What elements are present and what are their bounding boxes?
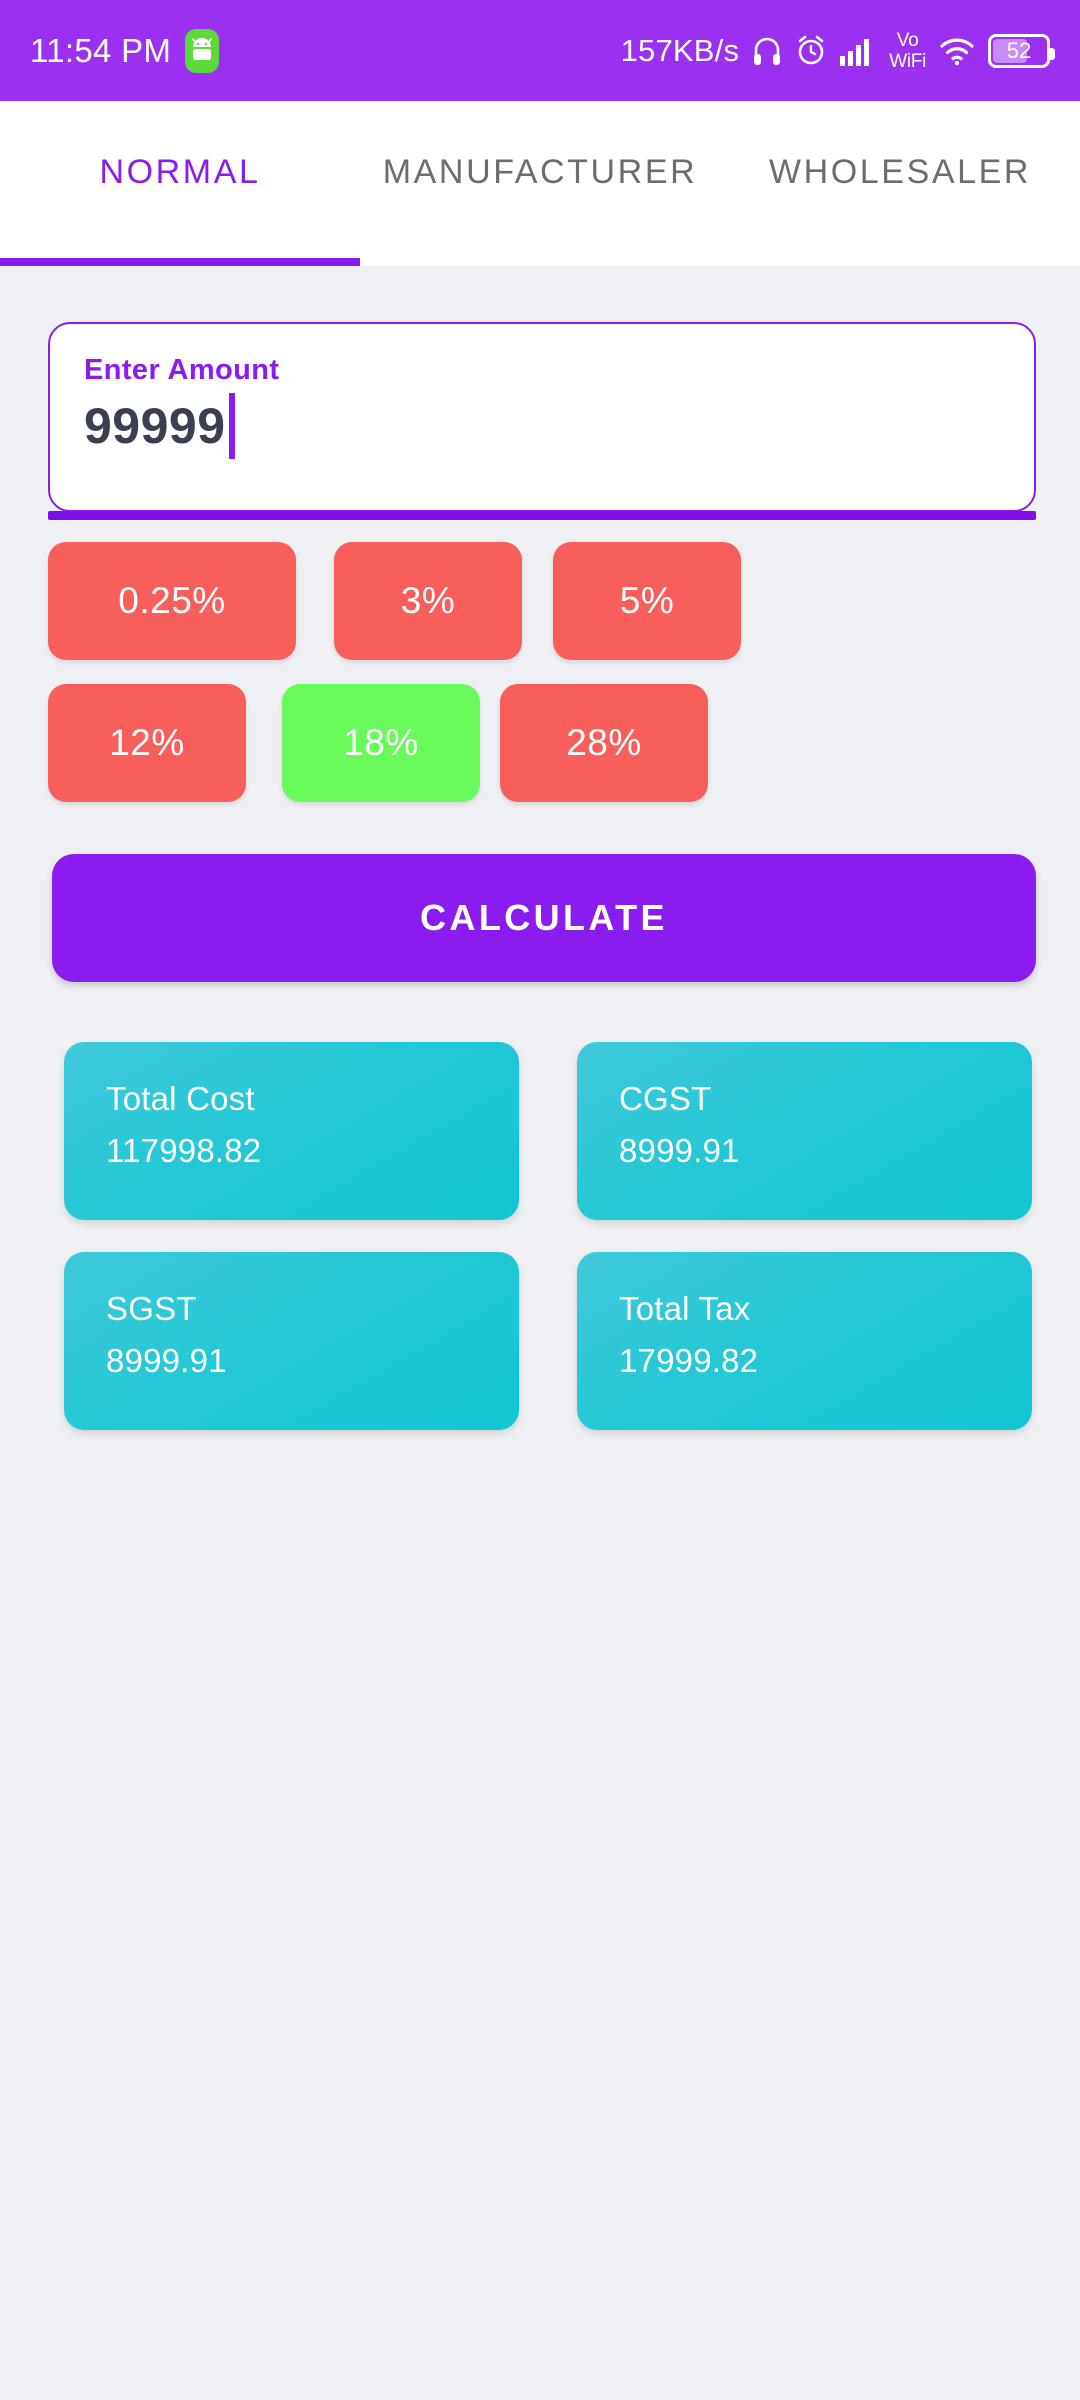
tab-normal[interactable]: NORMAL: [0, 101, 360, 266]
rate-button-3[interactable]: 3%: [334, 542, 522, 660]
tab-wholesaler-label: WHOLESALER: [768, 153, 1032, 191]
result-card-sgst: SGST 8999.91: [64, 1252, 519, 1430]
status-bar: 11:54 PM 157KB/s Vo WiFi 52: [0, 0, 1080, 101]
volte-line-1: Vo: [896, 29, 919, 51]
rate-button-5-label: 5%: [619, 580, 675, 621]
amount-input[interactable]: Enter Amount 99999: [48, 322, 1036, 512]
calculate-button-container: CALCULATE: [52, 854, 1036, 982]
amount-input-container: Enter Amount 99999: [48, 322, 1036, 520]
volte-line-2: WiFi: [889, 50, 926, 72]
amount-value-row: 99999: [84, 393, 1000, 459]
rate-button-5[interactable]: 5%: [553, 542, 741, 660]
results-row-1: Total Cost 117998.82 CGST 8999.91: [64, 1042, 1032, 1220]
result-card-total-cost: Total Cost 117998.82: [64, 1042, 519, 1220]
tab-normal-label: NORMAL: [99, 153, 261, 191]
result-card-cgst-title: CGST: [619, 1080, 712, 1117]
text-cursor: [228, 393, 235, 459]
wifi-icon: [939, 36, 975, 66]
rate-button-0-25[interactable]: 0.25%: [48, 542, 296, 660]
rate-buttons-row-2: 12% 18% 28%: [44, 684, 1036, 802]
result-card-total-tax: Total Tax 17999.82: [577, 1252, 1032, 1430]
rate-button-28[interactable]: 28%: [500, 684, 708, 802]
android-robot-icon: [185, 28, 220, 73]
tab-manufacturer-label: MANUFACTURER: [382, 153, 698, 191]
rate-button-18-label: 18%: [343, 722, 419, 763]
result-card-total-cost-value: 117998.82: [106, 1132, 262, 1169]
rate-buttons-row-1: 0.25% 3% 5%: [44, 542, 1036, 660]
rate-button-28-label: 28%: [566, 722, 642, 763]
network-speed-label: 157KB/s: [620, 32, 740, 68]
results-row-2: SGST 8999.91 Total Tax 17999.82: [64, 1252, 1032, 1430]
active-tab-indicator: [0, 258, 360, 266]
app-screen: 11:54 PM 157KB/s Vo WiFi 52 NORMAL MANUF…: [0, 0, 1080, 2400]
volte-wifi-icon: Vo WiFi: [889, 31, 926, 71]
tab-bar: NORMAL MANUFACTURER WHOLESALER: [0, 101, 1080, 266]
status-bar-clock: 11:54 PM: [30, 31, 172, 69]
tab-wholesaler[interactable]: WHOLESALER: [720, 101, 1080, 266]
status-bar-right: 157KB/s Vo WiFi 52: [620, 31, 1055, 71]
amount-input-value: 99999: [84, 397, 226, 454]
calculate-button[interactable]: CALCULATE: [52, 854, 1036, 982]
tab-manufacturer[interactable]: MANUFACTURER: [360, 101, 720, 266]
result-card-cgst-value: 8999.91: [619, 1132, 740, 1169]
calculate-button-label: CALCULATE: [420, 897, 668, 938]
result-card-sgst-title: SGST: [106, 1290, 197, 1327]
battery-icon: 52: [988, 33, 1055, 68]
result-card-total-tax-title: Total Tax: [619, 1290, 751, 1327]
results-section: Total Cost 117998.82 CGST 8999.91 SGST 8…: [64, 1042, 1032, 1430]
rate-button-12-label: 12%: [109, 722, 185, 763]
status-bar-left: 11:54 PM: [30, 28, 220, 73]
signal-bars-icon: [840, 36, 876, 66]
rate-button-0-25-label: 0.25%: [118, 580, 226, 621]
result-card-cgst: CGST 8999.91: [577, 1042, 1032, 1220]
main-content: Enter Amount 99999 0.25% 3% 5% 12% 18% 2…: [0, 322, 1080, 1430]
alarm-clock-icon: [795, 35, 827, 67]
headphones-icon: [752, 35, 782, 67]
battery-level-label: 52: [1006, 37, 1032, 63]
rate-button-18[interactable]: 18%: [282, 684, 480, 802]
rate-button-3-label: 3%: [400, 580, 456, 621]
result-card-total-cost-title: Total Cost: [106, 1080, 255, 1117]
rate-button-12[interactable]: 12%: [48, 684, 246, 802]
amount-input-underline: [48, 511, 1036, 520]
amount-input-label: Enter Amount: [84, 354, 280, 386]
result-card-total-tax-value: 17999.82: [619, 1342, 759, 1379]
result-card-sgst-value: 8999.91: [106, 1342, 227, 1379]
